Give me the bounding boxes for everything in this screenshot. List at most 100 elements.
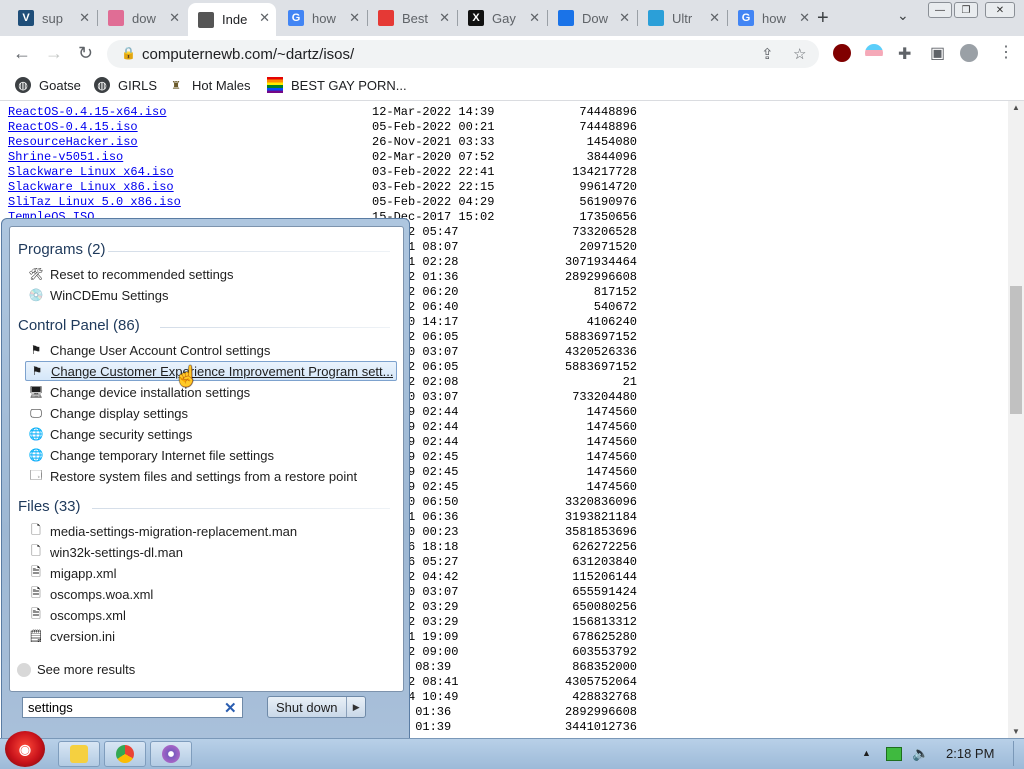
result-item[interactable]: 🗋 win32k-settings-dl.man: [25, 542, 397, 562]
shut-down-options-arrow-icon[interactable]: ▶: [346, 697, 365, 717]
tab-6[interactable]: X Gay ✕: [458, 3, 546, 33]
ublock-extension-icon[interactable]: [833, 44, 851, 62]
address-bar[interactable]: 🔒 computernewb.com/~dartz/isos/ ⇪ ☆: [107, 40, 819, 68]
scroll-down-icon[interactable]: ▼: [1012, 727, 1020, 736]
file-size: 1474560: [586, 465, 637, 479]
tab-3[interactable]: Inde ✕: [188, 3, 276, 36]
lock-icon[interactable]: 🔒: [121, 46, 136, 60]
rainbow-flag-icon: [378, 10, 394, 26]
file-size: 156813312: [572, 615, 637, 629]
shut-down-button[interactable]: Shut down ▶: [267, 696, 366, 718]
file-link[interactable]: ReactOS-0.4.15-x64.iso: [8, 105, 166, 120]
bookmark-best-gay-porn[interactable]: BEST GAY PORN...: [267, 77, 407, 93]
result-item[interactable]: 🗎 migapp.xml: [25, 563, 397, 583]
tab-search-chevron-icon[interactable]: ⌄: [897, 7, 909, 24]
taskbar-clock[interactable]: 2:18 PM: [946, 746, 994, 761]
tab-8[interactable]: Ultr ✕: [638, 3, 726, 33]
result-item[interactable]: 🖵 Change display settings: [25, 403, 397, 423]
see-more-results-link[interactable]: See more results: [17, 662, 135, 677]
file-size: 17350656: [579, 210, 637, 224]
url-text[interactable]: computernewb.com/~dartz/isos/: [142, 46, 354, 63]
clear-search-icon[interactable]: ✕: [224, 699, 237, 717]
monitor-icon: 🖵: [30, 405, 42, 420]
close-tab-icon[interactable]: ✕: [799, 10, 810, 26]
start-search-input[interactable]: settings ✕: [22, 697, 243, 718]
close-tab-icon[interactable]: ✕: [259, 10, 270, 26]
result-item[interactable]: 🗋 media-settings-migration-replacement.ma…: [25, 521, 397, 541]
page-scrollbar[interactable]: ▲ ▼: [1008, 101, 1024, 738]
back-arrow-icon[interactable]: ←: [13, 43, 31, 64]
file-link[interactable]: Slackware Linux x86.iso: [8, 180, 174, 195]
close-tab-icon[interactable]: ✕: [529, 10, 540, 26]
file-link[interactable]: SliTaz Linux 5.0 x86.iso: [8, 195, 181, 210]
result-item[interactable]: 🗎 oscomps.xml: [25, 605, 397, 625]
taskbar-explorer-button[interactable]: [58, 741, 100, 767]
bookmark-hot-males[interactable]: ♜ Hot Males: [168, 77, 250, 93]
taskbar-media-button[interactable]: [150, 741, 192, 767]
forward-arrow-icon[interactable]: →: [45, 43, 63, 64]
bookmark-girls[interactable]: ◍ GIRLS: [94, 77, 157, 93]
restore-button[interactable]: ❐: [954, 2, 978, 18]
bookmark-goatse[interactable]: ◍ Goatse: [15, 77, 81, 93]
search-input-value[interactable]: settings: [28, 700, 73, 715]
start-button-angry-bird-icon[interactable]: ◉: [5, 731, 45, 767]
side-panel-icon[interactable]: ▣: [930, 43, 945, 63]
result-label: Change display settings: [50, 405, 189, 421]
close-tab-icon[interactable]: ✕: [619, 10, 630, 26]
scrollbar-thumb[interactable]: [1010, 286, 1022, 414]
extensions-puzzle-icon[interactable]: ✚: [898, 44, 911, 64]
show-desktop-button[interactable]: [1013, 741, 1024, 766]
tab-2[interactable]: dow ✕: [98, 3, 186, 33]
file-size: 5883697152: [564, 360, 637, 374]
tab-1[interactable]: Vsup ✕: [8, 3, 96, 33]
close-tab-icon[interactable]: ✕: [439, 10, 450, 26]
result-item[interactable]: 🗒 cversion.ini: [25, 626, 397, 646]
person-icon: ♜: [171, 79, 181, 92]
tab-5[interactable]: Best ✕: [368, 3, 456, 33]
bookmark-label: GIRLS: [118, 77, 158, 93]
close-window-button[interactable]: ✕: [985, 2, 1015, 18]
result-item[interactable]: 🛠 Reset to recommended settings: [25, 264, 397, 284]
result-item[interactable]: 🗔 Restore system files and settings from …: [25, 466, 397, 486]
close-tab-icon[interactable]: ✕: [349, 10, 360, 26]
taskbar-chrome-button[interactable]: [104, 741, 146, 767]
result-item[interactable]: 🗎 oscomps.woa.xml: [25, 584, 397, 604]
tab-7[interactable]: Dow ✕: [548, 3, 636, 33]
result-item[interactable]: 🌐 Change security settings: [25, 424, 397, 444]
file-date: 03-Feb-2022 22:41: [372, 165, 495, 179]
new-tab-button[interactable]: +: [817, 7, 829, 30]
file-link[interactable]: Shrine-v5051.iso: [8, 150, 123, 165]
tab-title: Dow: [582, 10, 609, 26]
profile-avatar-icon[interactable]: [960, 44, 978, 62]
show-hidden-icons-icon[interactable]: ▲: [862, 748, 871, 758]
file-link[interactable]: ReactOS-0.4.15.iso: [8, 120, 138, 135]
result-item[interactable]: ⚑ Change User Account Control settings: [25, 340, 397, 360]
file-size: 1474560: [586, 480, 637, 494]
file-link[interactable]: Slackware Linux x64.iso: [8, 165, 174, 180]
battery-icon[interactable]: [886, 747, 902, 761]
close-tab-icon[interactable]: ✕: [169, 10, 180, 26]
tab-9[interactable]: Ghow ✕: [728, 3, 816, 33]
menu-kebab-icon[interactable]: ⋮: [998, 42, 1014, 62]
close-tab-icon[interactable]: ✕: [709, 10, 720, 26]
scroll-up-icon[interactable]: ▲: [1012, 103, 1020, 112]
tab-4[interactable]: Ghow ✕: [278, 3, 366, 33]
result-group-heading: Control Panel (86): [18, 317, 140, 334]
close-tab-icon[interactable]: ✕: [79, 10, 90, 26]
share-icon[interactable]: ⇪: [761, 45, 774, 63]
flag-icon: ⚑: [30, 343, 42, 357]
result-item[interactable]: 🌐 Change temporary Internet file settings: [25, 445, 397, 465]
bookmark-star-icon[interactable]: ☆: [793, 45, 806, 63]
result-label: Reset to recommended settings: [50, 266, 234, 282]
disc-icon: 💿: [28, 288, 44, 302]
result-item[interactable]: 🖥 Change device installation settings: [25, 382, 397, 402]
result-item[interactable]: 💿 WinCDEmu Settings: [25, 285, 397, 305]
file-link[interactable]: ResourceHacker.iso: [8, 135, 138, 150]
reload-icon[interactable]: ↻: [78, 43, 93, 64]
file-size: 868352000: [572, 660, 637, 674]
result-item[interactable]: ⚑ Change Customer Experience Improvement …: [25, 361, 397, 381]
volume-icon[interactable]: 🔈: [912, 745, 929, 762]
result-label: cversion.ini: [50, 628, 116, 644]
minimize-button[interactable]: —: [928, 2, 952, 18]
extension-flag-icon[interactable]: [865, 44, 883, 62]
